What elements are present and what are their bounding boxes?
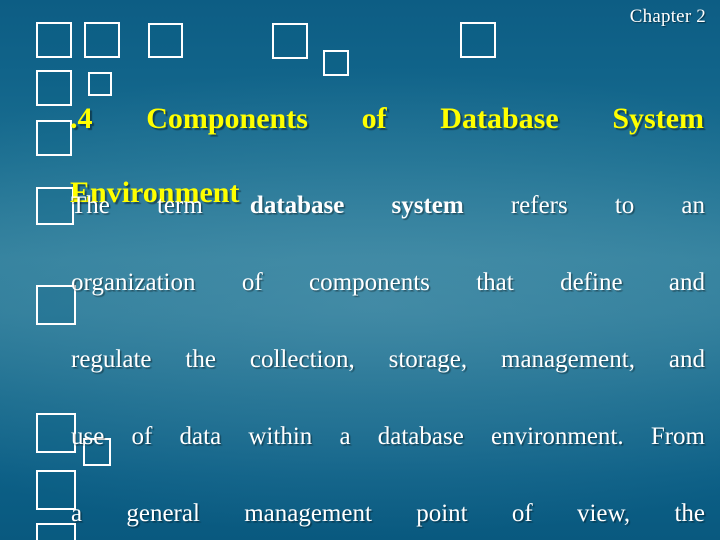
decorative-square	[36, 470, 76, 510]
slide-canvas: Chapter 2 .4 Components of Database Syst…	[0, 0, 720, 540]
body-line-5: a general management point of view, the	[71, 500, 705, 527]
decorative-square	[36, 523, 76, 540]
body-line-1: The term database system refers to an	[71, 192, 705, 219]
decorative-square	[88, 72, 112, 96]
decorative-square	[36, 285, 76, 325]
decorative-square	[323, 50, 349, 76]
body-line-4: use of data within a database environmen…	[71, 423, 705, 450]
decorative-square	[36, 120, 72, 156]
decorative-square	[36, 187, 74, 225]
body-line-2: organization of components that define a…	[71, 269, 705, 296]
decorative-square	[148, 23, 183, 58]
decorative-square	[36, 70, 72, 106]
slide-title-line-1: .4 Components of Database System	[70, 102, 704, 135]
decorative-square	[460, 22, 496, 58]
decorative-square	[36, 22, 72, 58]
body-line-3: regulate the collection, storage, manage…	[71, 346, 705, 373]
decorative-square	[272, 23, 308, 59]
decorative-square	[84, 22, 120, 58]
chapter-label: Chapter 2	[629, 6, 706, 27]
body-paragraph: The term database system refers to an org…	[71, 187, 705, 540]
decorative-square	[36, 413, 76, 453]
body-emphasis-term: database system	[249, 192, 464, 219]
